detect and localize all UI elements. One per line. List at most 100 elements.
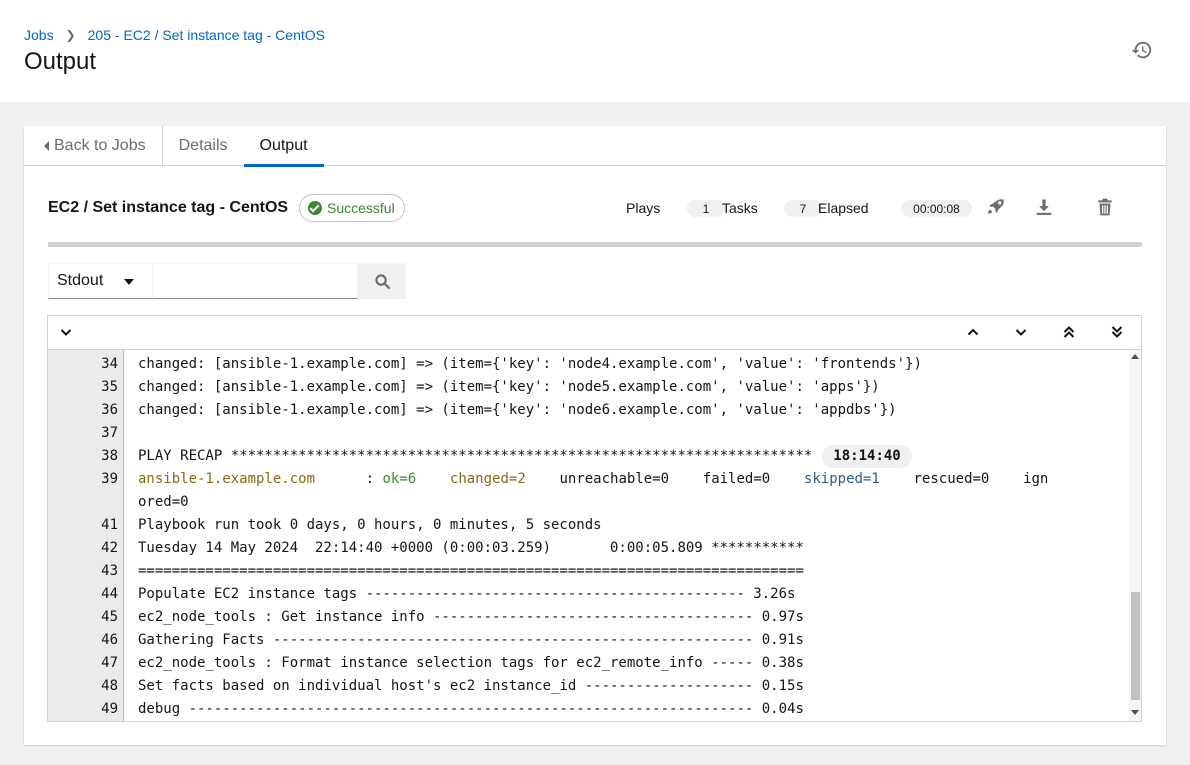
status-badge: Successful [299,194,405,222]
line-text-wrapped: ored=0 [138,494,189,510]
tasks-label: Tasks [722,200,758,216]
output-line-wrap: ored=0 [48,491,1128,514]
recap-rescued: rescued=0 [913,471,990,487]
output-line: 45 ec2_node_tools : Get instance info --… [48,606,1128,629]
output-line: 47 ec2_node_tools : Format instance sele… [48,652,1128,675]
breadcrumb: Jobs ❯ 205 - EC2 / Set instance tag - Ce… [24,27,325,43]
output-toolbar [48,316,1141,350]
line-text: Set facts based on individual host's ec2… [138,678,804,694]
line-text: changed: [ansible-1.example.com] => (ite… [138,402,897,418]
check-circle-icon [308,201,322,215]
tab-details[interactable]: Details [163,126,244,166]
plays-count: 1 [687,200,725,217]
output-body: 34 changed: [ansible-1.example.com] => (… [48,350,1141,721]
page-title: Output [24,48,97,75]
history-icon[interactable] [1131,39,1153,61]
line-number: 38 [101,448,118,464]
line-number: 37 [101,425,118,441]
line-number: 34 [101,356,118,372]
breadcrumb-job-link[interactable]: 205 - EC2 / Set instance tag - CentOS [88,27,325,43]
chevron-right-icon: ❯ [65,28,76,42]
tab-bar: Back to Jobs Details Output [24,126,1166,167]
job-title: EC2 / Set instance tag - CentOS [48,199,289,216]
output-panel: 34 changed: [ansible-1.example.com] => (… [47,315,1142,722]
scroll-down-arrow-icon[interactable] [1131,710,1139,715]
scroll-first-icon[interactable] [1061,324,1077,340]
filter-selected-value: Stdout [57,272,104,289]
search-icon [374,273,390,289]
output-line: 34 changed: [ansible-1.example.com] => (… [48,353,1128,376]
caret-left-icon [44,141,49,151]
line-text: ec2_node_tools : Format instance selecti… [138,655,804,671]
output-line: 35 changed: [ansible-1.example.com] => (… [48,376,1128,399]
line-text: Tuesday 14 May 2024 22:14:40 +0000 (0:00… [138,540,804,556]
line-number: 46 [101,632,118,648]
line-number: 48 [101,678,118,694]
tab-output[interactable]: Output [243,126,324,167]
trash-icon[interactable] [1095,197,1115,217]
tab-back-to-jobs[interactable]: Back to Jobs [24,126,163,166]
output-search-input[interactable] [152,263,358,299]
line-text: Populate EC2 instance tags -------------… [138,586,796,602]
plays-label: Plays [626,200,661,216]
collapse-all-icon[interactable] [58,324,74,340]
caret-down-icon [124,279,134,285]
scroll-up-arrow-icon[interactable] [1131,354,1139,359]
line-number: 45 [101,609,118,625]
output-line: 41 Playbook run took 0 days, 0 hours, 0 … [48,514,1128,537]
tab-label: Details [178,137,228,154]
line-number: 43 [101,563,118,579]
line-text: ========================================… [138,563,804,579]
output-line: 46 Gathering Facts ---------------------… [48,629,1128,652]
recap-separator: : [315,471,383,487]
recap-ok: ok=6 [382,471,417,487]
rocket-icon[interactable] [986,197,1006,217]
line-number: 49 [101,701,118,717]
output-filter-select[interactable]: Stdout [48,263,152,299]
tasks-count: 7 [784,200,822,217]
scroll-next-icon[interactable] [1013,324,1029,340]
line-text: PLAY RECAP *****************************… [138,448,813,464]
job-progress-bar [48,242,1142,247]
elapsed-time: 00:00:08 [901,200,972,217]
line-number: 44 [101,586,118,602]
recap-failed: failed=0 [702,471,771,487]
line-number: 41 [101,517,118,533]
output-line: 36 changed: [ansible-1.example.com] => (… [48,399,1128,422]
output-line: 48 Set facts based on individual host's … [48,675,1128,698]
line-number: 47 [101,655,118,671]
output-scrollbar[interactable] [1129,350,1141,721]
page-header: Jobs ❯ 205 - EC2 / Set instance tag - Ce… [0,0,1190,102]
job-output-card: Back to Jobs Details Output EC2 / Set in… [24,126,1166,745]
line-text: debug ----------------------------------… [138,701,804,717]
line-text: Playbook run took 0 days, 0 hours, 0 min… [138,517,602,533]
output-line-recap: 39 ansible-1.example.com : ok=6 changed=… [48,468,1128,491]
recap-changed: changed=2 [449,471,526,487]
line-number: 35 [101,379,118,395]
scrollbar-thumb[interactable] [1131,592,1140,700]
line-text: changed: [ansible-1.example.com] => (ite… [138,379,880,395]
scroll-last-icon[interactable] [1109,324,1125,340]
output-line: 44 Populate EC2 instance tags ----------… [48,583,1128,606]
line-text: changed: [ansible-1.example.com] => (ite… [138,356,922,372]
line-number: 39 [101,471,118,487]
output-line: 43 =====================================… [48,560,1128,583]
output-line: 38 PLAY RECAP **************************… [48,445,1128,468]
tab-label: Back to Jobs [54,137,146,154]
download-icon[interactable] [1034,197,1054,217]
status-label: Successful [327,200,395,216]
output-line: 42 Tuesday 14 May 2024 22:14:40 +0000 (0… [48,537,1128,560]
timestamp-badge: 18:14:40 [822,445,912,468]
breadcrumb-jobs-link[interactable]: Jobs [24,27,54,43]
line-number: 36 [101,402,118,418]
search-button[interactable] [358,263,406,299]
output-line: 37 [48,422,1128,445]
line-number: 42 [101,540,118,556]
scroll-previous-icon[interactable] [965,324,981,340]
tab-label: Output [259,137,308,154]
recap-skipped: skipped=1 [803,471,880,487]
output-line: 49 debug -------------------------------… [48,698,1128,721]
line-text: ec2_node_tools : Get instance info -----… [138,609,804,625]
recap-ignored: ign [1023,471,1049,487]
recap-unreachable: unreachable=0 [559,471,670,487]
